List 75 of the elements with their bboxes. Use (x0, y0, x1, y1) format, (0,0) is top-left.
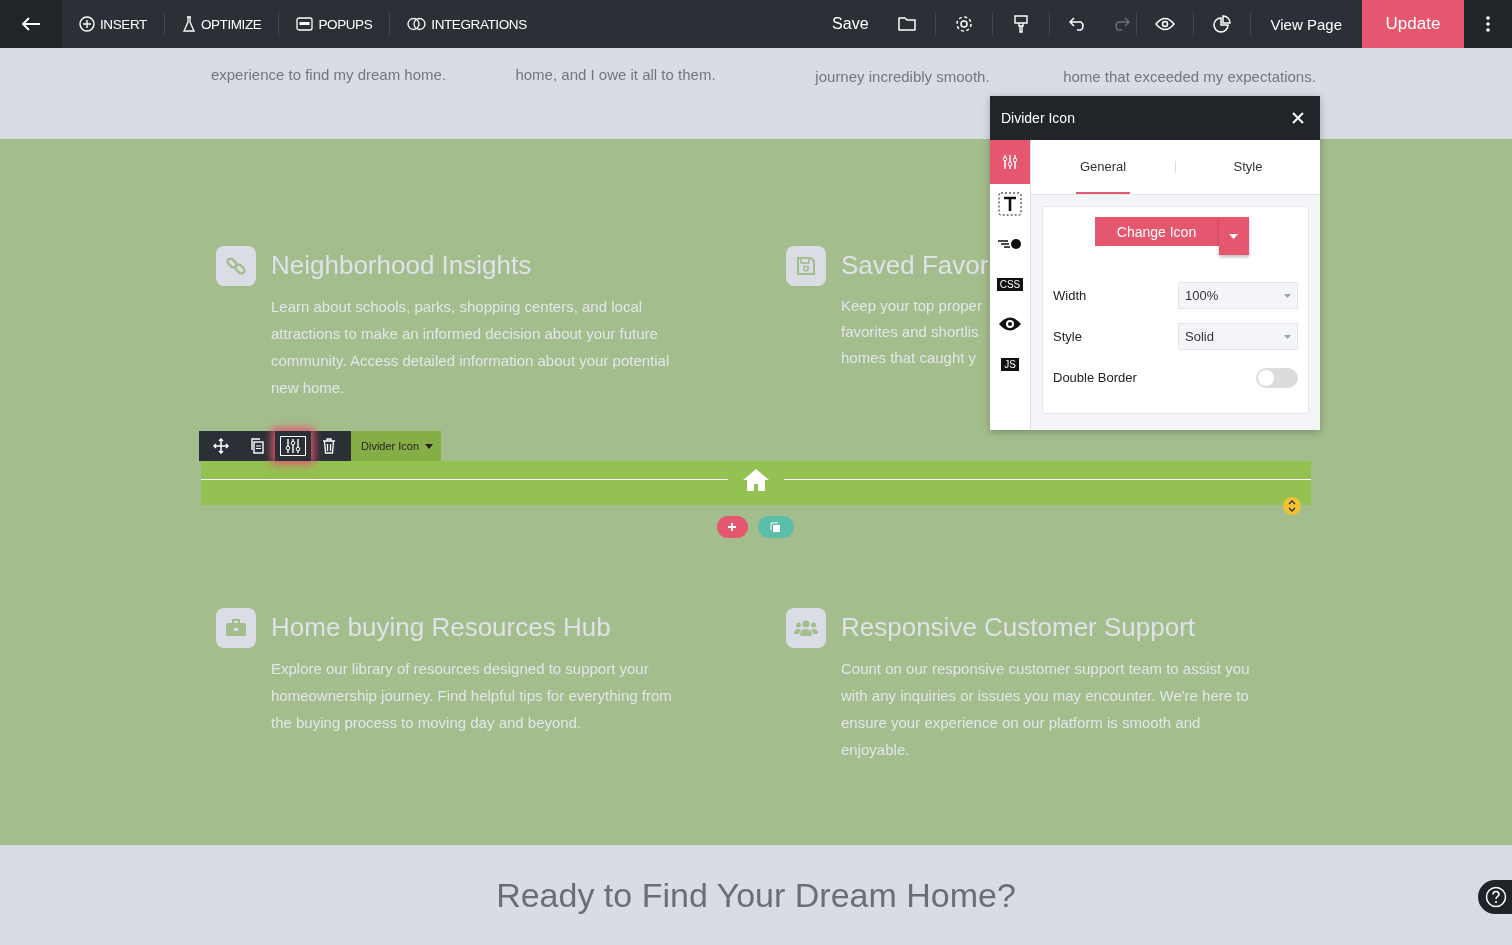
feature-title: Responsive Customer Support (841, 612, 1197, 643)
toggle-switch[interactable] (1256, 367, 1298, 388)
select-field[interactable]: Solid (1178, 323, 1298, 350)
testimonial-text: home, and I owe it all to them. (515, 66, 716, 84)
feature-text: Count on our responsive customer support team to assist you with any inquiries or issues you may encounter. We're here to ensure your experience on our platform is smooth and enjoyable. (841, 659, 1251, 760)
menu-button[interactable]: INTEGRATIONS (390, 16, 544, 32)
sliders-icon (285, 438, 301, 454)
feature-text: Explore our library of resources designed to support your homeownership journey. Find helpful tips for everything from the buying process to moving day and beyond. (271, 659, 673, 733)
testimonial-text: experience to find my dream home. (210, 66, 447, 84)
feature-title: Saved Favor (841, 250, 989, 281)
window-icon (296, 17, 314, 31)
sliders-tab[interactable] (990, 140, 1030, 184)
cta-heading: Ready to Find Your Dream Home? (496, 875, 1016, 915)
pie-chart-icon (1212, 15, 1231, 33)
code-tab[interactable]: CSS (990, 264, 1030, 304)
code-tab[interactable]: JS (990, 344, 1030, 384)
change-icon-button[interactable]: Change Icon (1094, 217, 1219, 246)
view-page-button[interactable]: View Page (1250, 0, 1362, 48)
settings-button[interactable] (275, 431, 311, 461)
dropdown-button[interactable] (1218, 217, 1249, 255)
eye-icon (998, 317, 1022, 331)
settings-icon (954, 15, 973, 33)
flask-icon (181, 16, 196, 32)
feature-text: homes that caught y (841, 348, 978, 368)
panel-tab[interactable]: Style (1221, 140, 1275, 194)
eye-icon (1154, 17, 1175, 31)
close-button[interactable] (1292, 112, 1304, 124)
help-button[interactable] (1478, 880, 1512, 914)
save-button[interactable]: Save (822, 15, 879, 33)
copy-icon (250, 438, 264, 454)
move-icon (213, 438, 229, 454)
brush-icon (1013, 15, 1028, 33)
field-label: Width (1053, 288, 1087, 303)
feature-title: Home buying Resources Hub (271, 612, 612, 643)
menu-button[interactable]: POPUPS (279, 16, 390, 32)
panel-tab[interactable]: General (1076, 140, 1130, 194)
add-element-button[interactable] (716, 516, 748, 538)
home-icon (742, 468, 770, 492)
plus-icon (727, 522, 737, 532)
feature-text: Learn about schools, parks, shopping centers, and local attractions to make an informed decision about your future community. Access detailed information about your potential new home. (271, 297, 671, 398)
caret-icon (425, 443, 434, 449)
motion-icon (998, 238, 1022, 250)
help-icon (1485, 886, 1507, 908)
undo-icon (1068, 17, 1087, 31)
panel-title: Divider Icon (1001, 110, 1075, 126)
resize-handle-icon[interactable] (1283, 497, 1301, 515)
kebab-menu-icon (1486, 16, 1490, 32)
caret-icon (1229, 233, 1238, 239)
link-icon (216, 246, 256, 286)
text-icon (998, 192, 1022, 216)
element-type-dropdown[interactable]: Divider Icon (351, 431, 442, 461)
field-label: Style (1053, 329, 1082, 344)
feature-text: favorites and shortlis (841, 322, 980, 342)
trash-icon (322, 438, 336, 454)
feature-title: Neighborhood Insights (271, 250, 533, 281)
feature-text: Keep your top proper (841, 296, 983, 316)
sliders-icon (1002, 154, 1018, 170)
rings-icon (407, 17, 427, 31)
testimonial-text: journey incredibly smooth. (815, 68, 990, 86)
briefcase-icon (216, 608, 256, 648)
folder-icon (897, 16, 916, 32)
plus-circle-icon (79, 16, 95, 32)
copy-icon (770, 521, 781, 533)
users-icon (786, 608, 826, 648)
menu-button[interactable]: OPTIMIZE (164, 16, 279, 32)
select-field[interactable]: 100% (1178, 282, 1298, 309)
caret-icon (1284, 293, 1291, 298)
back-arrow-icon (21, 16, 41, 32)
back-button[interactable] (0, 0, 62, 48)
field-label: Double Border (1053, 370, 1137, 385)
update-button[interactable]: Update (1362, 0, 1464, 48)
caret-icon (1284, 334, 1291, 339)
close-icon (1292, 112, 1304, 124)
testimonial-text: home that exceeded my expectations. (1063, 68, 1316, 86)
menu-button[interactable]: INSERT (62, 16, 164, 32)
